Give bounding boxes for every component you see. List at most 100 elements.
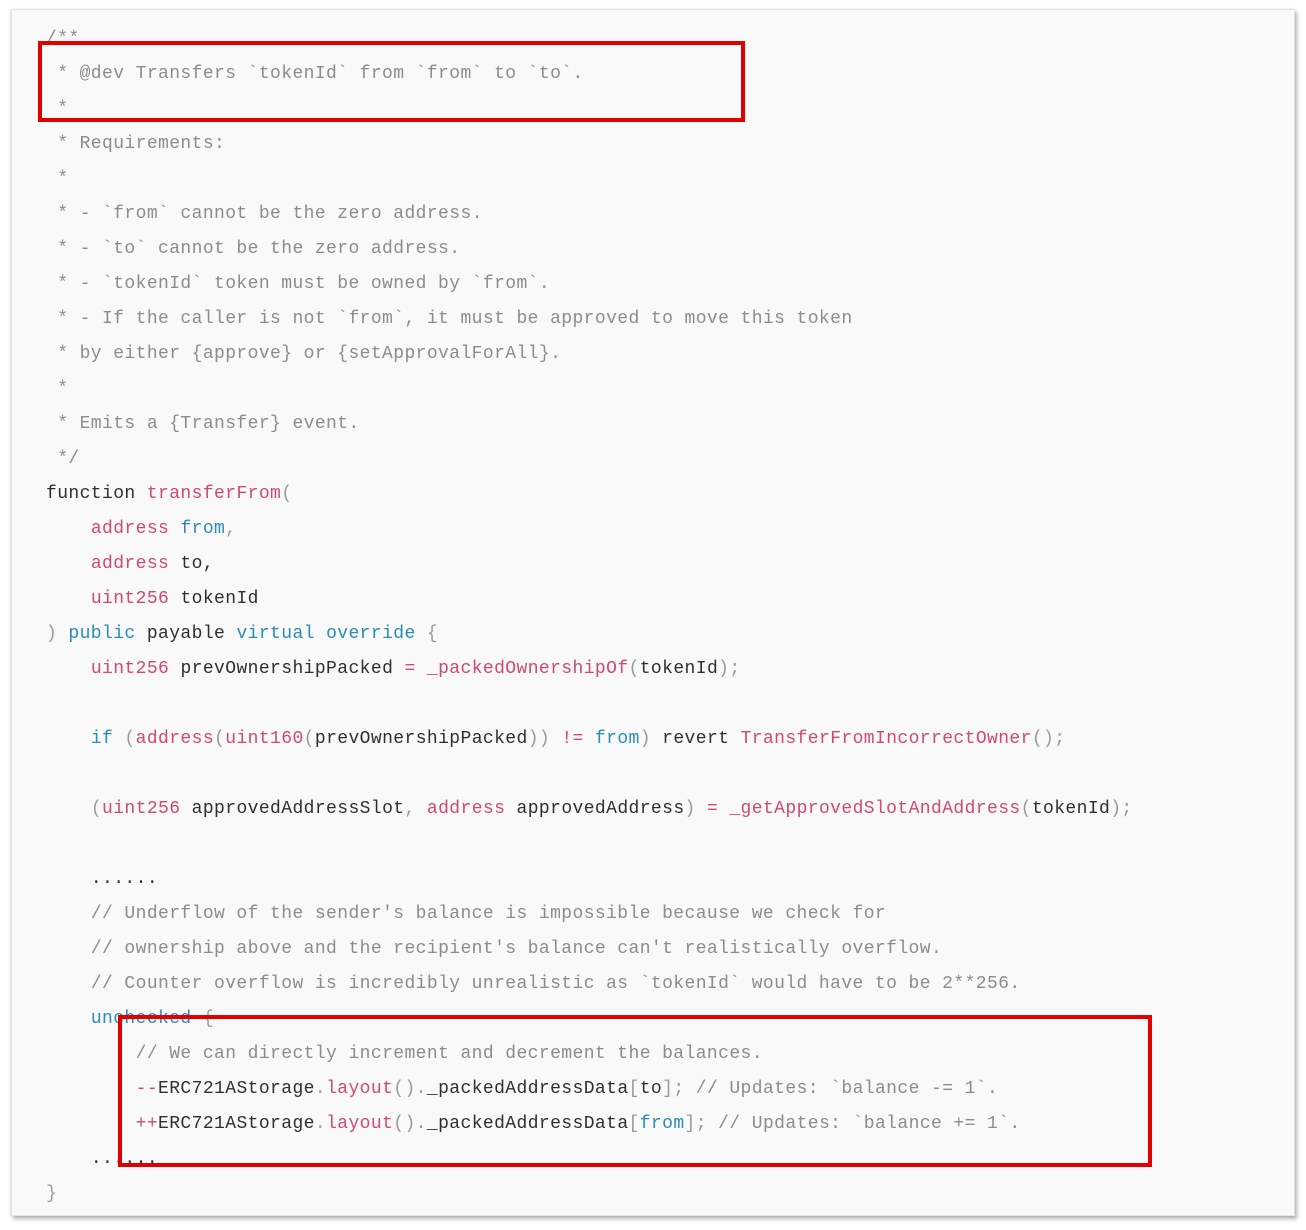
var-name: prevOwnershipPacked [314, 729, 528, 749]
cast-address: address [135, 729, 215, 749]
doc-comment-blank: * [46, 169, 69, 189]
code-line-25: ...... [46, 862, 1133, 897]
code-line-17: uint256 tokenId [46, 582, 1133, 617]
doc-comment-emits: * Emits a {Transfer} event. [46, 414, 360, 434]
param-name-tokenid: tokenId [180, 589, 259, 609]
code-block: /** * @dev Transfers `tokenId` from `fro… [46, 22, 1133, 1212]
unchecked-keyword: unchecked [90, 1009, 192, 1029]
open-brace: { [426, 624, 439, 644]
code-line-6: * - `from` cannot be the zero address. [46, 197, 1133, 232]
assign-operator: = [404, 659, 416, 679]
increment-operator: ++ [135, 1114, 159, 1134]
doc-comment-dev: * @dev Transfers `tokenId` from `from` t… [46, 64, 584, 84]
doc-comment-close: */ [46, 449, 80, 469]
close-paren: ) [46, 624, 58, 644]
open-paren: ( [281, 484, 293, 504]
index-to: to [639, 1079, 663, 1099]
call-arg: tokenId [1031, 799, 1111, 819]
code-line-29: unchecked { [90, 1009, 215, 1029]
code-line-28: // Counter overflow is incredibly unreal… [46, 967, 1133, 1002]
code-line-16: address to, [46, 547, 1133, 582]
line-comment: // Counter overflow is incredibly unreal… [90, 974, 1021, 994]
line-comment: // ownership above and the recipient's b… [90, 939, 943, 959]
var-name: approvedAddressSlot [191, 799, 405, 819]
code-line-12: * Emits a {Transfer} event. [46, 407, 1133, 442]
index-from: from [639, 1114, 685, 1134]
param-type: uint256 [90, 589, 170, 609]
modifier-public: public [68, 624, 136, 644]
function-call: _packedOwnershipOf [426, 659, 629, 679]
error-name: TransferFromIncorrectOwner [740, 729, 1032, 749]
var-from: from [594, 729, 640, 749]
assign-operator: = [706, 799, 719, 819]
layout-call: layout [326, 1079, 394, 1099]
decrement-operator: -- [135, 1079, 159, 1099]
code-line-10: * by either {approve} or {setApprovalFor… [46, 337, 1133, 372]
code-line-15: address from, [90, 519, 237, 539]
call-arg: tokenId [639, 659, 719, 679]
not-equal-operator: != [561, 729, 584, 749]
var-name: prevOwnershipPacked [180, 659, 394, 679]
code-line-5: * [46, 162, 1133, 197]
function-name: transferFrom [146, 484, 282, 504]
layout-call: layout [326, 1114, 394, 1134]
ellipsis: ...... [90, 1149, 159, 1169]
modifier-virtual: virtual [236, 624, 315, 644]
param-name-from: from [180, 519, 226, 539]
doc-comment-blank: * [46, 99, 69, 119]
param-name-to: to, [180, 554, 215, 574]
storage-field: _packedAddressData [426, 1114, 629, 1134]
doc-comment-requirements: * Requirements: [46, 134, 226, 154]
code-line-33: ...... [46, 1142, 1133, 1177]
code-line-23: (uint256 approvedAddressSlot, address ap… [90, 799, 1133, 819]
code-line-11: * [46, 372, 1133, 407]
code-line-7: * - `to` cannot be the zero address. [46, 232, 1133, 267]
doc-comment-open: /** [46, 29, 80, 49]
revert-keyword: revert [662, 729, 730, 749]
closing-brace: } [46, 1184, 58, 1204]
code-line-21: if (address(uint160(prevOwnershipPacked)… [90, 729, 1066, 749]
doc-comment-req-approved: * - If the caller is not `from`, it must… [46, 309, 853, 329]
storage-field: _packedAddressData [426, 1079, 629, 1099]
code-line-27: // ownership above and the recipient's b… [46, 932, 1133, 967]
code-line-4: * Requirements: [46, 127, 1133, 162]
doc-comment-req-to: * - `to` cannot be the zero address. [46, 239, 461, 259]
var-type: address [426, 799, 506, 819]
doc-comment-req-owned: * - `tokenId` token must be owned by `fr… [46, 274, 551, 294]
code-line-34: } [46, 1177, 1133, 1212]
code-line-30: // We can directly increment and decreme… [46, 1037, 1133, 1072]
cast-uint160: uint160 [225, 729, 304, 749]
code-line-3: * [46, 92, 1133, 127]
var-type: uint256 [90, 659, 170, 679]
line-comment: // Updates: `balance += 1`. [718, 1114, 1021, 1134]
function-call: _getApprovedSlotAndAddress [729, 799, 1021, 819]
doc-comment-req-from: * - `from` cannot be the zero address. [46, 204, 483, 224]
code-line-19: uint256 prevOwnershipPacked = _packedOwn… [90, 659, 741, 679]
var-name: approvedAddress [516, 799, 685, 819]
line-comment: // Updates: `balance -= 1`. [695, 1079, 999, 1099]
code-snippet-panel: /** * @dev Transfers `tokenId` from `fro… [11, 9, 1295, 1216]
code-line-31: --ERC721AStorage.layout()._packedAddress… [135, 1079, 999, 1099]
if-keyword: if [90, 729, 114, 749]
storage-object: ERC721AStorage [158, 1114, 315, 1134]
doc-comment-blank: * [46, 379, 69, 399]
ellipsis: ...... [90, 869, 159, 889]
param-type: address [90, 519, 170, 539]
code-line-14: function transferFrom( [46, 477, 1133, 512]
code-line-32: ++ERC721AStorage.layout()._packedAddress… [135, 1114, 1021, 1134]
code-line-2: * @dev Transfers `tokenId` from `from` t… [46, 57, 1133, 92]
storage-object: ERC721AStorage [158, 1079, 315, 1099]
code-line-1: /** [46, 22, 1133, 57]
doc-comment-req-approval-methods: * by either {approve} or {setApprovalFor… [46, 344, 562, 364]
code-line-26: // Underflow of the sender's balance is … [46, 897, 1133, 932]
modifier-payable: payable [146, 624, 226, 644]
code-line-9: * - If the caller is not `from`, it must… [46, 302, 1133, 337]
line-comment: // Underflow of the sender's balance is … [90, 904, 887, 924]
function-keyword: function [46, 484, 136, 504]
code-line-13: */ [46, 442, 1133, 477]
code-line-18: ) public payable virtual override { [46, 617, 1133, 652]
modifier-override: override [326, 624, 416, 644]
